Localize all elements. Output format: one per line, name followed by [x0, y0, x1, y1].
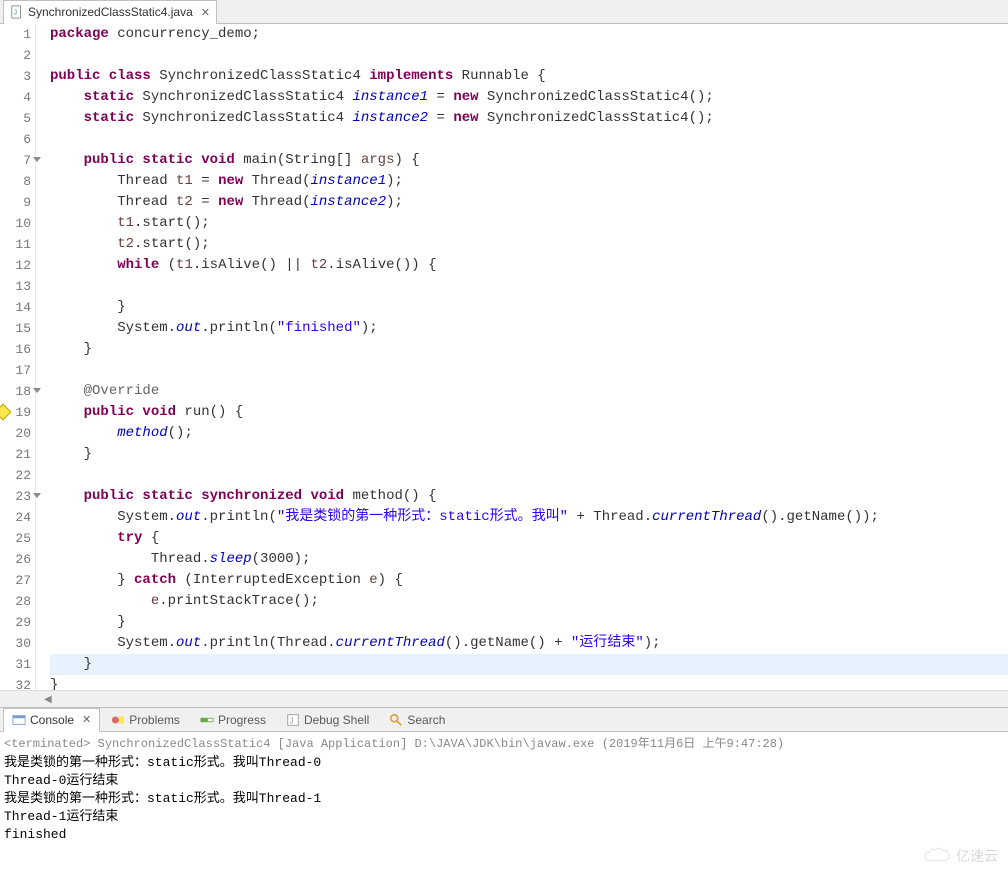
svg-text:J: J: [289, 716, 293, 725]
progress-icon: [200, 713, 214, 727]
line-number: 10: [0, 213, 31, 234]
line-number: 24: [0, 507, 31, 528]
code-line[interactable]: System.out.println(Thread.currentThread(…: [50, 633, 1008, 654]
line-number: 11: [0, 234, 31, 255]
console-terminated-line: <terminated> SynchronizedClassStatic4 [J…: [4, 734, 1004, 754]
code-line[interactable]: static SynchronizedClassStatic4 instance…: [50, 108, 1008, 129]
console-line: 我是类锁的第一种形式：static形式。我叫Thread-0: [4, 754, 1004, 772]
editor-tab[interactable]: J SynchronizedClassStatic4.java ✕: [3, 0, 217, 24]
line-number: 26: [0, 549, 31, 570]
tab-progress[interactable]: Progress: [191, 708, 275, 732]
line-number: 27: [0, 570, 31, 591]
console-icon: [12, 713, 26, 727]
console-line: Thread-1运行结束: [4, 808, 1004, 826]
code-line[interactable]: try {: [50, 528, 1008, 549]
line-number: 12: [0, 255, 31, 276]
code-line[interactable]: Thread t1 = new Thread(instance1);: [50, 171, 1008, 192]
code-line[interactable]: [50, 276, 1008, 297]
code-line[interactable]: }: [50, 654, 1008, 675]
debug-shell-icon: J: [286, 713, 300, 727]
line-number: 20: [0, 423, 31, 444]
line-number: 22: [0, 465, 31, 486]
line-number: 30: [0, 633, 31, 654]
line-number: 1: [0, 24, 31, 45]
tab-filename: SynchronizedClassStatic4.java: [28, 5, 193, 19]
line-number: 21: [0, 444, 31, 465]
tab-search[interactable]: Search: [380, 708, 454, 732]
code-line[interactable]: System.out.println("finished");: [50, 318, 1008, 339]
code-line[interactable]: t1.start();: [50, 213, 1008, 234]
line-number: 3: [0, 66, 31, 87]
line-number: 19: [0, 402, 31, 423]
code-line[interactable]: [50, 129, 1008, 150]
code-line[interactable]: System.out.println("我是类锁的第一种形式：static形式。…: [50, 507, 1008, 528]
console-line: Thread-0运行结束: [4, 772, 1004, 790]
line-number: 31: [0, 654, 31, 675]
tab-problems[interactable]: Problems: [102, 708, 189, 732]
line-number: 29: [0, 612, 31, 633]
code-line[interactable]: t2.start();: [50, 234, 1008, 255]
code-line[interactable]: public class SynchronizedClassStatic4 im…: [50, 66, 1008, 87]
line-number: 7: [0, 150, 31, 171]
svg-text:J: J: [14, 10, 18, 17]
code-line[interactable]: [50, 360, 1008, 381]
console-output[interactable]: <terminated> SynchronizedClassStatic4 [J…: [0, 732, 1008, 846]
code-line[interactable]: e.printStackTrace();: [50, 591, 1008, 612]
line-gutter: 1234567891011121314151617181920212223242…: [0, 24, 36, 690]
code-line[interactable]: }: [50, 612, 1008, 633]
cloud-icon: [922, 846, 952, 866]
code-line[interactable]: }: [50, 444, 1008, 465]
line-number: 14: [0, 297, 31, 318]
code-line[interactable]: }: [50, 675, 1008, 690]
line-number: 28: [0, 591, 31, 612]
line-number: 18: [0, 381, 31, 402]
line-number: 16: [0, 339, 31, 360]
code-line[interactable]: }: [50, 297, 1008, 318]
code-line[interactable]: method();: [50, 423, 1008, 444]
line-number: 17: [0, 360, 31, 381]
code-line[interactable]: static SynchronizedClassStatic4 instance…: [50, 87, 1008, 108]
code-line[interactable]: [50, 45, 1008, 66]
views-tab-bar: Console ✕ Problems Progress J Debug Shel…: [0, 708, 1008, 732]
line-number: 13: [0, 276, 31, 297]
line-number: 4: [0, 87, 31, 108]
code-line[interactable]: @Override: [50, 381, 1008, 402]
code-editor[interactable]: 1234567891011121314151617181920212223242…: [0, 24, 1008, 690]
code-line[interactable]: }: [50, 339, 1008, 360]
line-number: 25: [0, 528, 31, 549]
line-number: 6: [0, 129, 31, 150]
code-line[interactable]: Thread.sleep(3000);: [50, 549, 1008, 570]
code-line[interactable]: Thread t2 = new Thread(instance2);: [50, 192, 1008, 213]
line-number: 15: [0, 318, 31, 339]
line-number: 2: [0, 45, 31, 66]
problems-icon: [111, 713, 125, 727]
code-body[interactable]: package concurrency_demo;public class Sy…: [36, 24, 1008, 690]
code-line[interactable]: package concurrency_demo;: [50, 24, 1008, 45]
search-icon: [389, 713, 403, 727]
horizontal-scrollbar[interactable]: ◀: [0, 690, 1008, 707]
line-number: 9: [0, 192, 31, 213]
code-line[interactable]: while (t1.isAlive() || t2.isAlive()) {: [50, 255, 1008, 276]
line-number: 32: [0, 675, 31, 690]
console-line: finished: [4, 826, 1004, 844]
line-number: 23: [0, 486, 31, 507]
tab-console[interactable]: Console ✕: [3, 708, 100, 732]
console-line: 我是类锁的第一种形式：static形式。我叫Thread-1: [4, 790, 1004, 808]
close-icon[interactable]: ✕: [82, 713, 91, 726]
scroll-left-icon[interactable]: ◀: [40, 694, 56, 705]
code-line[interactable]: public static void main(String[] args) {: [50, 150, 1008, 171]
code-line[interactable]: [50, 465, 1008, 486]
editor-area: J SynchronizedClassStatic4.java ✕ 123456…: [0, 0, 1008, 708]
code-line[interactable]: public static synchronized void method()…: [50, 486, 1008, 507]
watermark: 亿速云: [922, 846, 998, 866]
line-number: 8: [0, 171, 31, 192]
line-number: 5: [0, 108, 31, 129]
tab-debug-shell[interactable]: J Debug Shell: [277, 708, 378, 732]
code-line[interactable]: } catch (InterruptedException e) {: [50, 570, 1008, 591]
java-file-icon: J: [10, 5, 24, 19]
editor-tab-bar: J SynchronizedClassStatic4.java ✕: [0, 0, 1008, 24]
close-icon[interactable]: ✕: [201, 6, 210, 19]
code-line[interactable]: public void run() {: [50, 402, 1008, 423]
